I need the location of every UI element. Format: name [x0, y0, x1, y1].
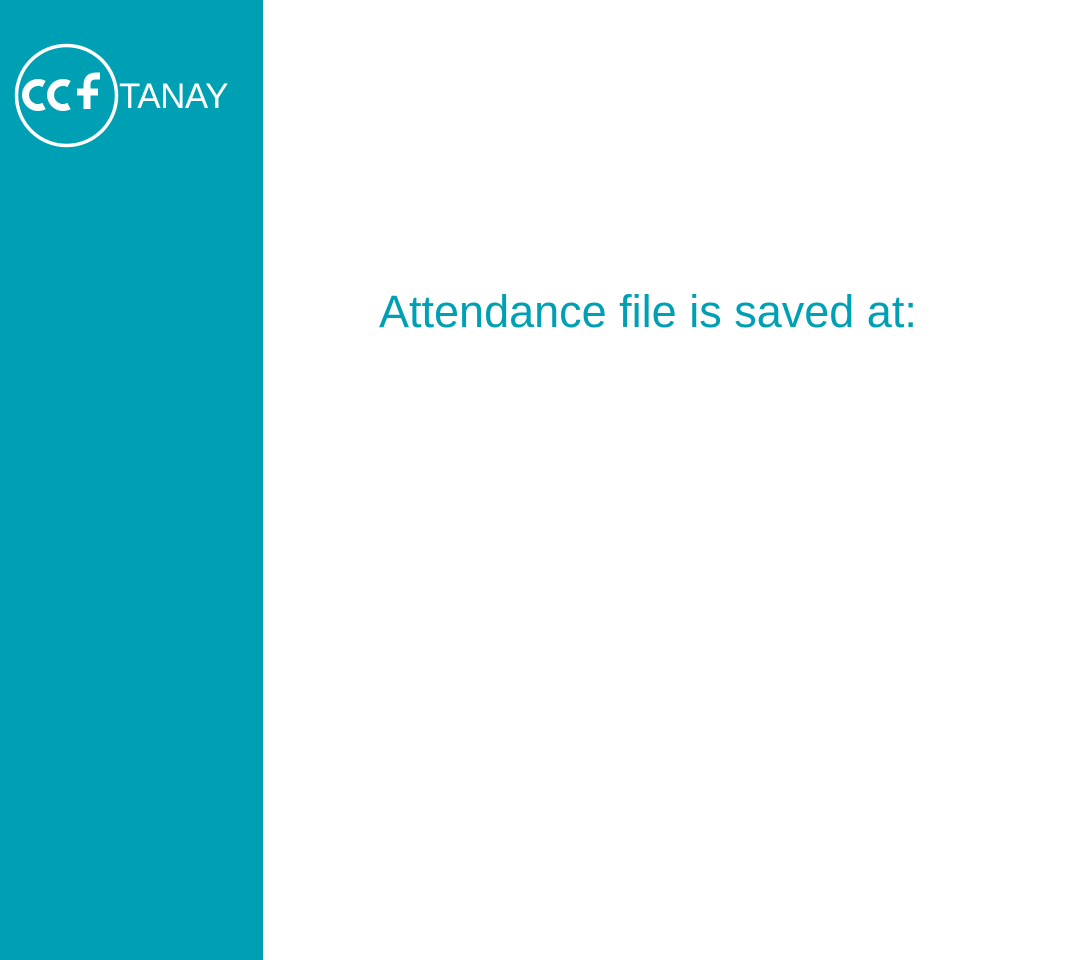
brand-wordmark: TANAY — [119, 77, 229, 116]
save-location-message: Attendance file is saved at: — [379, 286, 917, 337]
ccf-logo-icon — [14, 43, 119, 148]
app-window: TANAY Attendance file is saved at: — [0, 0, 1080, 960]
sidebar: TANAY — [0, 0, 263, 960]
brand-logo: TANAY — [14, 43, 229, 148]
main-content: Attendance file is saved at: — [263, 0, 1080, 960]
